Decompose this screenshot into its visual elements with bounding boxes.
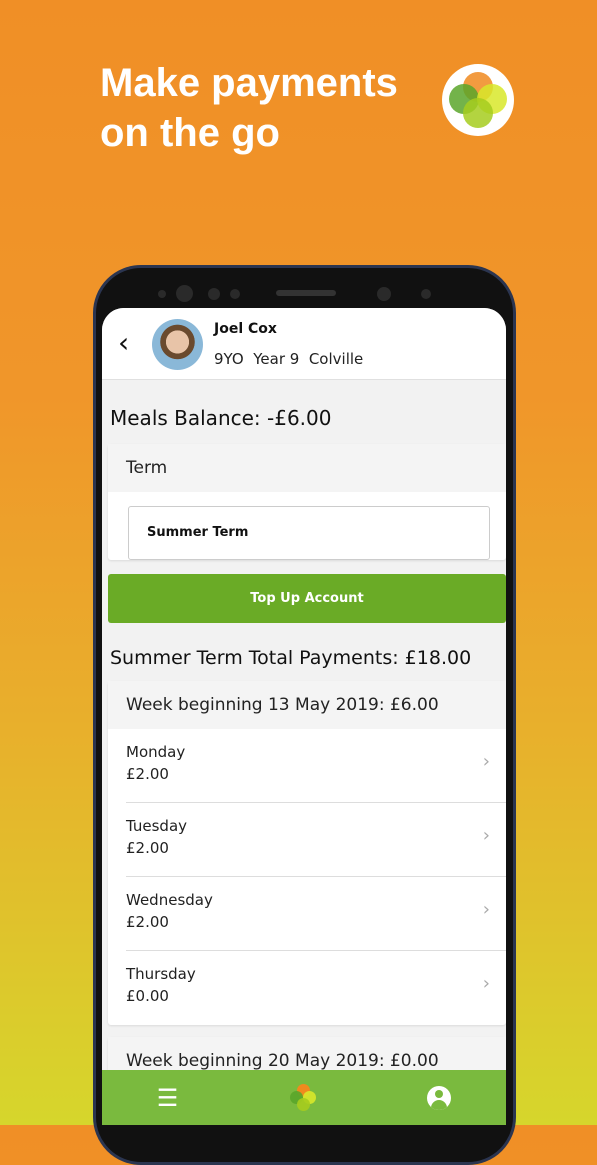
- student-header: ‹ Joel Cox 9YO Year 9 Colville: [102, 308, 506, 380]
- bottom-nav: ☰: [102, 1070, 506, 1125]
- day-amount: £2.00: [126, 839, 169, 857]
- chevron-right-icon: ›: [482, 899, 490, 920]
- app-logo: [442, 64, 514, 136]
- term-label: Term: [108, 444, 506, 492]
- back-arrow-icon[interactable]: ‹: [118, 326, 129, 359]
- day-row[interactable]: Tuesday £2.00 ›: [126, 803, 506, 877]
- term-total: Summer Term Total Payments: £18.00: [110, 647, 472, 669]
- student-name: Joel Cox: [214, 321, 277, 337]
- day-name: Tuesday: [126, 817, 188, 835]
- day-name: Thursday: [126, 965, 196, 983]
- home-logo-icon[interactable]: [288, 1083, 318, 1113]
- app-screen: ‹ Joel Cox 9YO Year 9 Colville Meals Bal…: [102, 308, 506, 1125]
- day-name: Wednesday: [126, 891, 213, 909]
- day-name: Monday: [126, 743, 186, 761]
- day-row[interactable]: Monday £2.00 ›: [126, 729, 506, 803]
- menu-icon[interactable]: ☰: [157, 1084, 179, 1112]
- chevron-right-icon: ›: [482, 751, 490, 772]
- chevron-right-icon: ›: [482, 825, 490, 846]
- top-up-button[interactable]: Top Up Account: [108, 574, 506, 623]
- week-card: Week beginning 13 May 2019: £6.00 Monday…: [108, 681, 506, 1025]
- student-details: 9YO Year 9 Colville: [214, 350, 364, 368]
- chevron-right-icon: ›: [482, 973, 490, 994]
- week-title: Week beginning 13 May 2019: £6.00: [108, 681, 506, 729]
- day-amount: £0.00: [126, 987, 169, 1005]
- day-row[interactable]: Thursday £0.00 ›: [126, 951, 506, 1025]
- promo-headline: Make payments on the go: [100, 61, 398, 155]
- day-amount: £2.00: [126, 765, 169, 783]
- day-row[interactable]: Wednesday £2.00 ›: [126, 877, 506, 951]
- profile-icon[interactable]: [427, 1085, 452, 1110]
- day-amount: £2.00: [126, 913, 169, 931]
- term-card: Term Summer Term: [108, 444, 506, 560]
- avatar: [152, 319, 203, 370]
- meals-balance: Meals Balance: -£6.00: [110, 406, 332, 430]
- term-select[interactable]: Summer Term: [128, 506, 490, 560]
